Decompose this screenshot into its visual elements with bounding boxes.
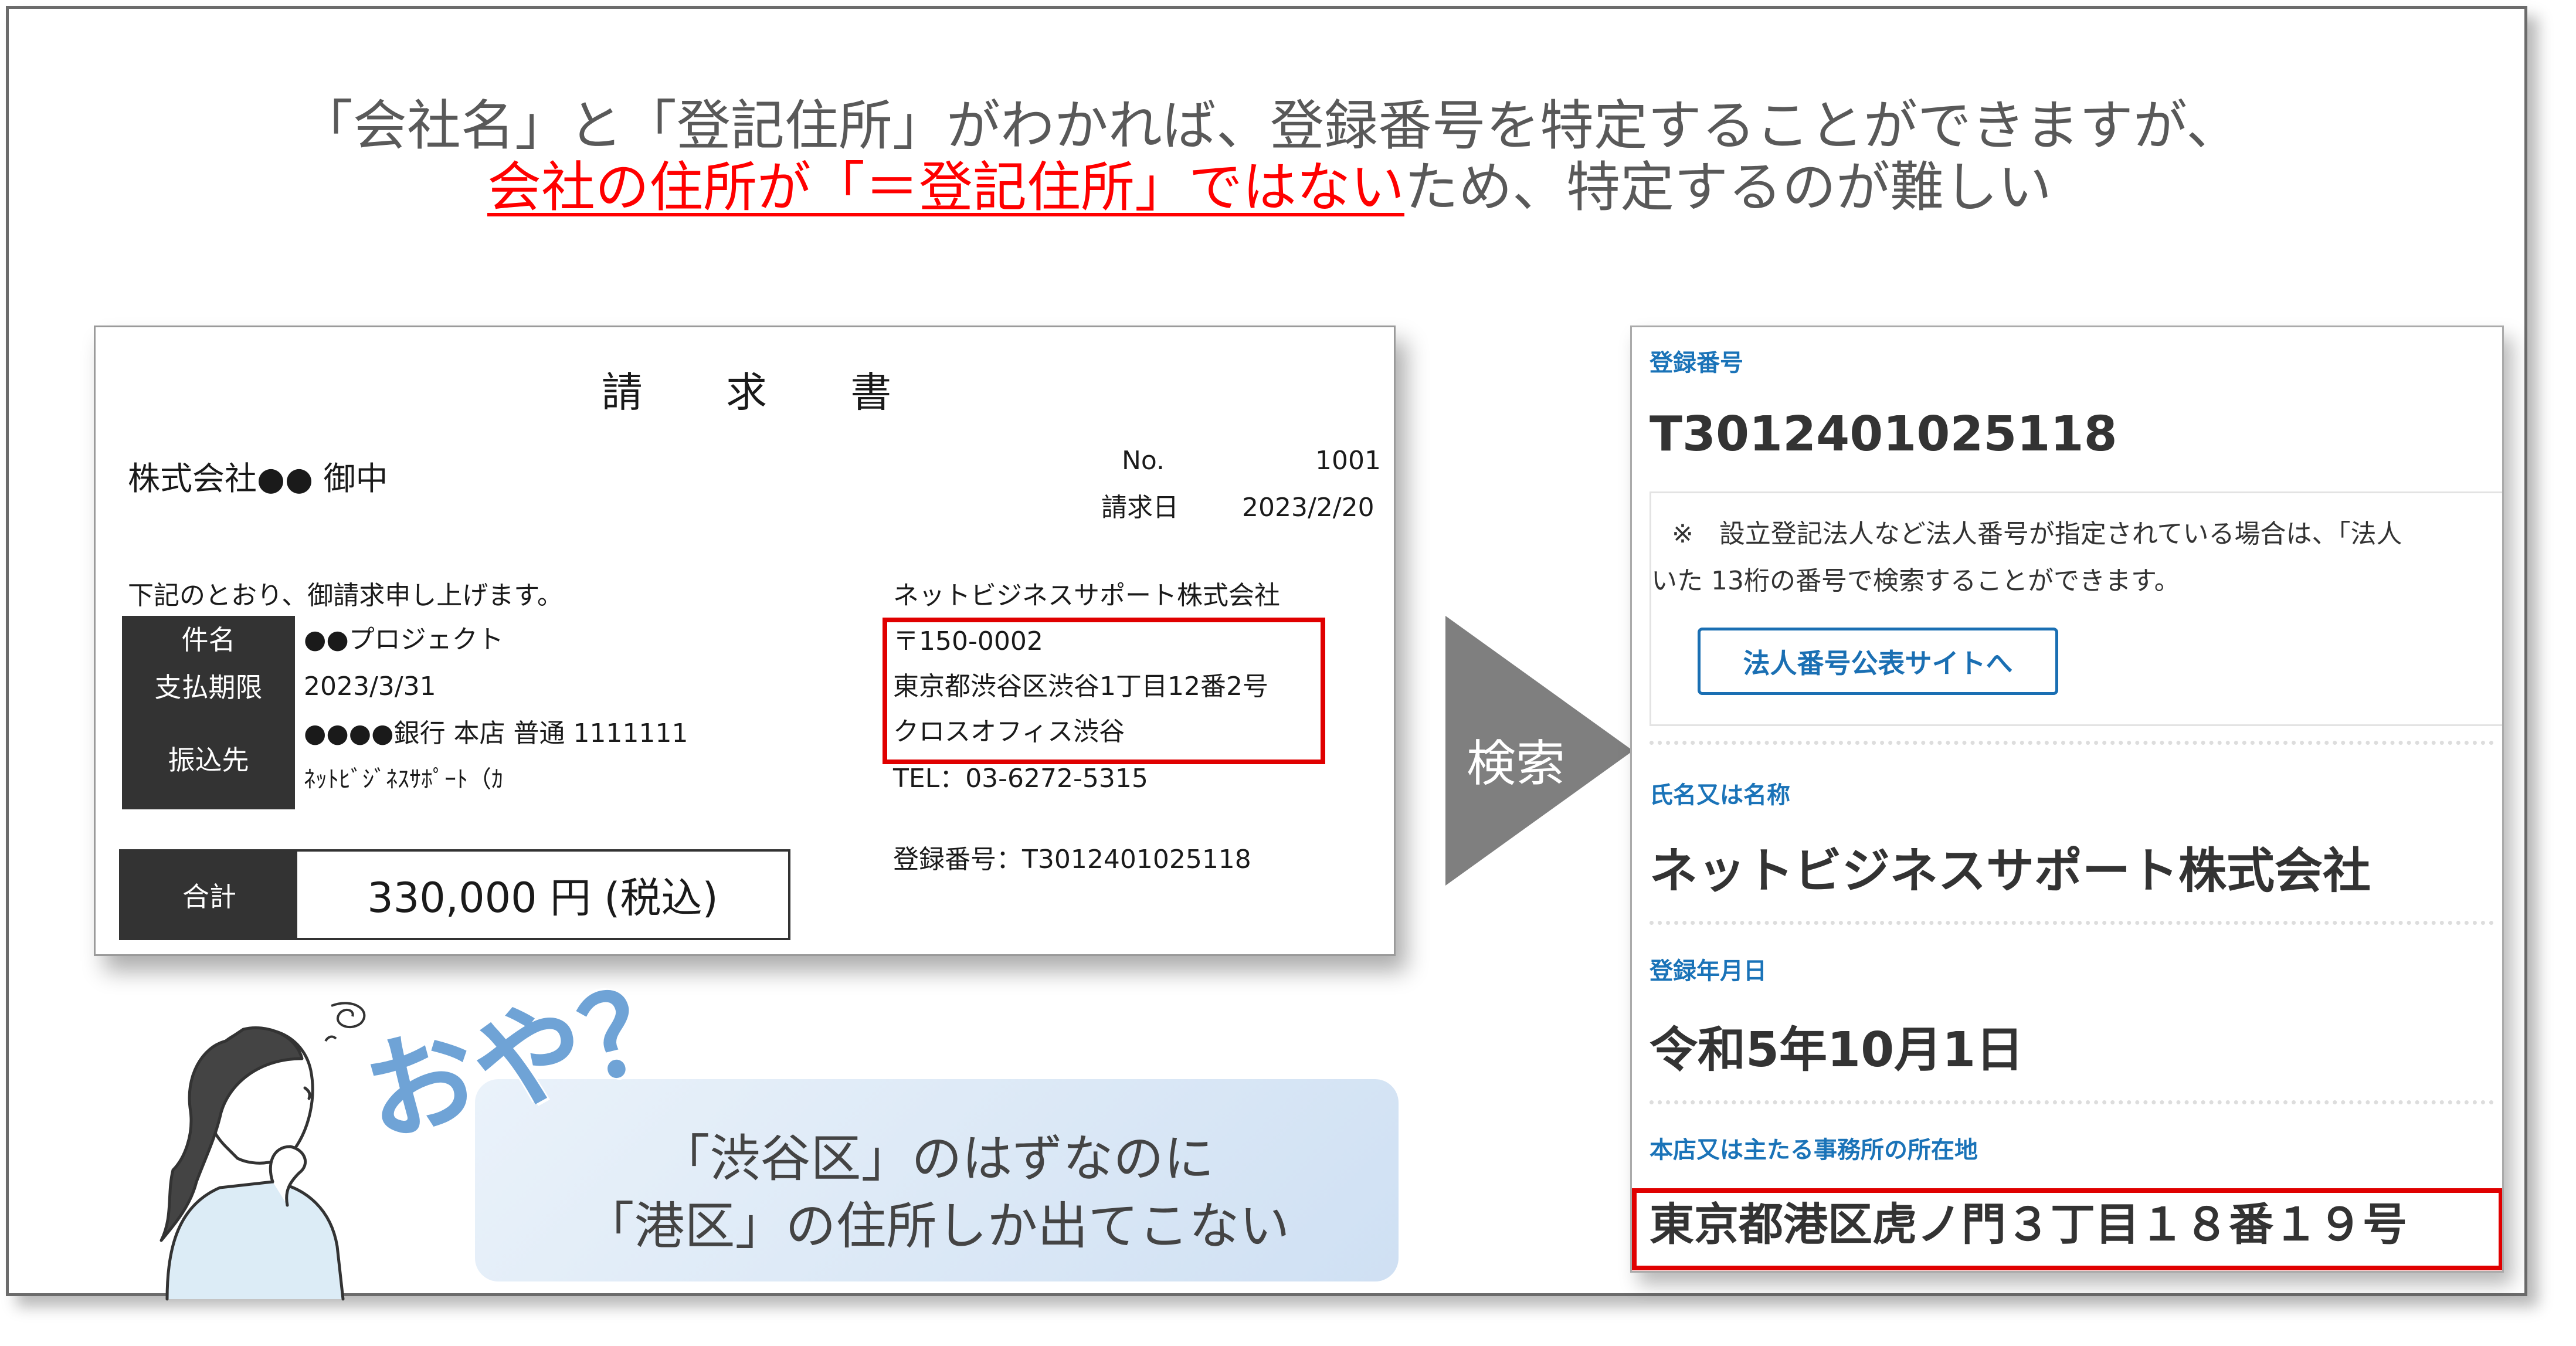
- date-label: 登録年月日: [1650, 958, 1767, 985]
- registry-address-highlight-box: [1632, 1188, 2502, 1270]
- name-label: 氏名又は名称: [1650, 782, 1790, 809]
- row-value-subject: ●●プロジェクト: [304, 625, 504, 655]
- bubble-line2: 「港区」の住所しか出てこない: [583, 1197, 1290, 1256]
- invoice-date-label: 請求日: [1101, 493, 1179, 523]
- row-label-bank: 振込先: [122, 711, 295, 809]
- invoice-no-value: 1001: [1315, 446, 1381, 476]
- notice-line2: いた 13桁の番号で検索することができます。: [1651, 566, 2180, 596]
- row-label-due: 支払期限: [122, 664, 295, 711]
- row-label-subject: 件名: [122, 616, 295, 664]
- headline-rest: ため、特定するのが難しい: [1404, 156, 2052, 219]
- total-value: 330,000 円 (税込): [367, 874, 718, 922]
- divider: [1650, 921, 2494, 925]
- divider: [1650, 1100, 2494, 1104]
- address-label: 本店又は主たる事務所の所在地: [1650, 1137, 1978, 1164]
- row-value-due: 2023/3/31: [304, 672, 436, 701]
- headline-line2: 会社の住所が「＝登記住所」ではないため、特定するのが難しい: [9, 155, 2530, 220]
- issuer-tel: TEL：03-6272-5315: [893, 764, 1148, 794]
- row-value-bank: ●●●●銀行 本店 普通 1111111: [304, 718, 688, 748]
- notice-line1: ※ 設立登記法人など法人番号が指定されている場合は、「法人: [1672, 519, 2402, 549]
- headline-line1: 「会社名」と「登記住所」がわかれば、登録番号を特定することができますが、: [298, 94, 2241, 157]
- arrow-label: 検索: [1466, 735, 1565, 792]
- slide-frame: 「会社名」と「登記住所」がわかれば、登録番号を特定することができますが、 会社の…: [6, 6, 2530, 1301]
- reg-number-value: T3012401025118: [1650, 406, 2117, 462]
- total-box: 合計 330,000 円 (税込): [119, 849, 790, 940]
- reg-number-label: 登録番号: [1650, 350, 1743, 377]
- headline-highlight: 会社の住所が「＝登記住所」ではない: [487, 156, 1404, 219]
- bubble-line1: 「渋谷区」のはずなのに: [659, 1130, 1214, 1188]
- total-label: 合計: [121, 852, 297, 938]
- issuer-reg-number: 登録番号：T3012401025118: [893, 845, 1251, 874]
- date-value: 令和5年10月1日: [1650, 1022, 2024, 1078]
- divider: [1650, 741, 2494, 745]
- row-value-account: ﾈｯﾄﾋﾞｼﾞﾈｽｻﾎﾟｰﾄ（ｶ: [304, 766, 503, 793]
- invoice-title: 請 求 書: [601, 368, 927, 416]
- invoice-recipient: 株式会社●● 御中: [128, 460, 388, 497]
- invoice-document: 請 求 書 株式会社●● 御中 No. 1001 請求日 2023/2/20 下…: [94, 326, 1396, 956]
- address-highlight-box: [883, 618, 1325, 764]
- invoice-intro: 下記のとおり、御請求申し上げます。: [128, 581, 563, 611]
- issuer-name: ネットビジネスサポート株式会社: [893, 581, 1280, 611]
- corporate-number-site-button[interactable]: 法人番号公表サイトへ: [1698, 628, 2058, 695]
- name-value: ネットビジネスサポート株式会社: [1650, 843, 2371, 899]
- registry-panel: 登録番号 T3012401025118 ※ 設立登記法人など法人番号が指定されて…: [1630, 326, 2504, 1273]
- invoice-date-value: 2023/2/20: [1242, 493, 1374, 523]
- invoice-no-label: No.: [1122, 446, 1165, 476]
